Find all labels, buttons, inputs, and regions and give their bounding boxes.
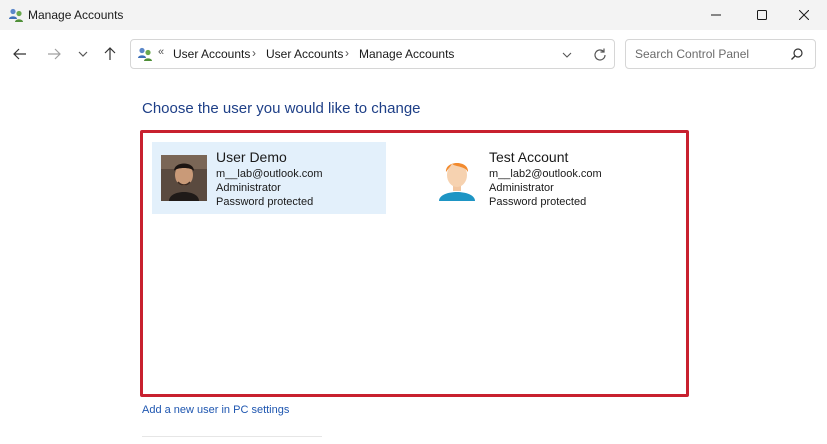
breadcrumb-item[interactable]: Manage Accounts: [359, 47, 454, 61]
add-new-user-link[interactable]: Add a new user in PC settings: [142, 404, 289, 416]
minimize-icon: [711, 14, 721, 16]
user-accounts-icon: [137, 46, 153, 62]
manage-accounts-window: Manage Accounts « User Accounts › User A…: [0, 0, 827, 444]
arrow-up-icon: [104, 47, 116, 60]
account-status: Password protected: [216, 196, 314, 208]
forward-button[interactable]: [44, 44, 64, 64]
up-button[interactable]: [100, 44, 120, 64]
refresh-icon[interactable]: [592, 47, 608, 63]
account-status: Password protected: [489, 196, 587, 208]
account-card-user-demo[interactable]: User Demo m__lab@outlook.com Administrat…: [152, 142, 386, 214]
window-title: Manage Accounts: [28, 8, 124, 22]
address-bar[interactable]: « User Accounts › User Accounts › Manage…: [130, 39, 615, 69]
account-name: Test Account: [489, 149, 569, 165]
divider: [142, 436, 322, 444]
page-heading: Choose the user you would like to change: [142, 100, 421, 117]
search-input[interactable]: Search Control Panel: [625, 39, 816, 69]
arrow-right-icon: [48, 48, 61, 60]
breadcrumb-item[interactable]: User Accounts: [173, 47, 250, 61]
maximize-icon: [757, 10, 767, 20]
chevron-down-icon: [78, 51, 88, 57]
navigation-bar: « User Accounts › User Accounts › Manage…: [0, 30, 827, 78]
breadcrumb-item[interactable]: User Accounts: [266, 47, 343, 61]
maximize-button[interactable]: [739, 0, 785, 30]
close-button[interactable]: [781, 0, 827, 30]
account-email: m__lab2@outlook.com: [489, 168, 602, 180]
recent-locations-button[interactable]: [73, 44, 93, 64]
breadcrumb-separator[interactable]: ›: [252, 46, 256, 60]
account-card-test-account[interactable]: Test Account m__lab2@outlook.com Adminis…: [425, 142, 659, 214]
avatar: [434, 155, 480, 201]
account-name: User Demo: [216, 149, 287, 165]
accounts-list: User Demo m__lab@outlook.com Administrat…: [140, 130, 689, 397]
search-icon[interactable]: [790, 47, 804, 61]
user-accounts-icon: [8, 7, 24, 23]
arrow-left-icon: [13, 48, 26, 60]
close-icon: [799, 10, 809, 20]
avatar: [161, 155, 207, 201]
breadcrumb-separator[interactable]: ›: [345, 46, 349, 60]
minimize-button[interactable]: [693, 0, 739, 30]
address-dropdown-icon[interactable]: [561, 48, 575, 62]
back-button[interactable]: [10, 44, 30, 64]
account-role: Administrator: [489, 182, 554, 194]
title-bar: Manage Accounts: [0, 0, 827, 30]
search-placeholder: Search Control Panel: [635, 47, 750, 61]
account-role: Administrator: [216, 182, 281, 194]
breadcrumb-overflow[interactable]: «: [158, 46, 164, 58]
account-email: m__lab@outlook.com: [216, 168, 323, 180]
